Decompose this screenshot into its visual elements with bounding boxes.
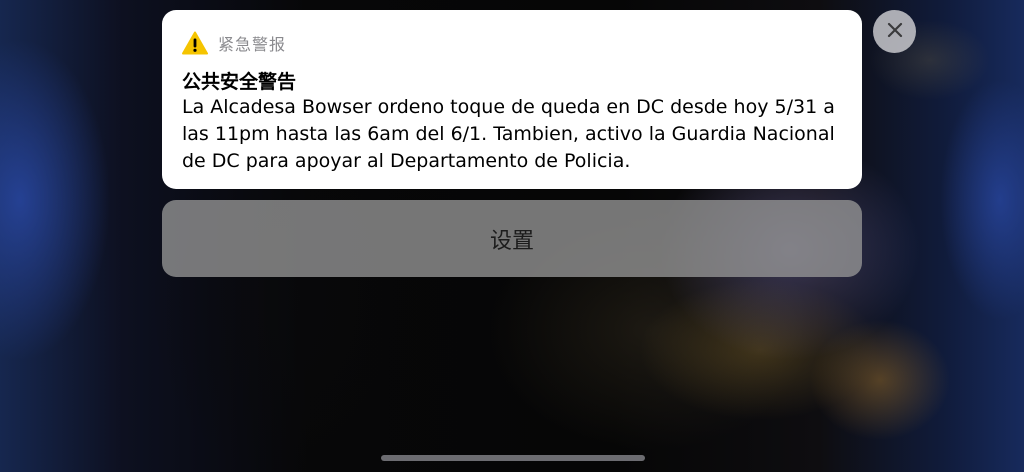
alert-body: La Alcadesa Bowser ordeno toque de queda… [182,96,835,172]
warning-icon [182,31,208,55]
close-icon [887,22,903,42]
alert-title: 公共安全警告 [182,71,297,93]
alert-app-name: 紧急警报 [218,35,287,54]
settings-button-label: 设置 [489,228,534,254]
settings-button[interactable]: 设置 [162,200,862,277]
alert-header: 紧急警报 [182,28,842,58]
close-button[interactable] [873,10,916,53]
emergency-alert-notification[interactable]: 紧急警报 公共安全警告 La Alcadesa Bowser ordeno to… [162,10,862,189]
home-indicator[interactable] [381,455,645,461]
